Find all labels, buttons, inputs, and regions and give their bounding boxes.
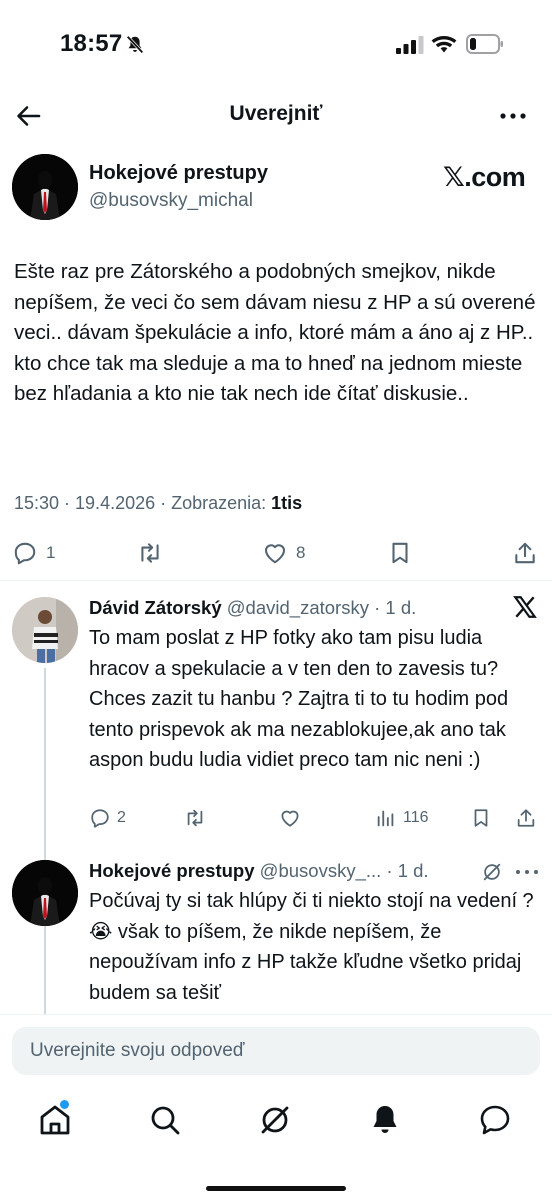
page-title: Uverejniť (229, 102, 323, 125)
reply-author-name[interactable]: Hokejové prestupy (89, 860, 255, 881)
reply-header: Dávid Zátorský @david_zatorsky · 1 d. (89, 597, 416, 619)
share-button[interactable] (512, 538, 538, 568)
reply-count: 1 (46, 543, 56, 562)
analytics-icon (377, 810, 394, 827)
grok-icon[interactable] (481, 861, 503, 883)
post-actions: 1 8 (0, 538, 552, 568)
nav-search[interactable] (147, 1102, 183, 1138)
share-icon (515, 542, 535, 564)
messages-icon (480, 1105, 510, 1135)
bookmark-button[interactable] (387, 538, 413, 568)
author-name[interactable]: Hokejové prestupy (89, 162, 268, 185)
bookmark-button[interactable] (470, 803, 492, 833)
post-text: Ešte raz pre Zátorského a podobných smej… (14, 260, 536, 406)
author-handle[interactable]: @busovsky_michal (89, 190, 253, 212)
heart-icon (264, 544, 286, 564)
more-options-icon[interactable] (514, 866, 540, 878)
reply-author-avatar[interactable] (12, 597, 78, 663)
battery-icon (466, 34, 503, 54)
reply-icon (91, 809, 109, 828)
reply-input[interactable]: Uverejnite svoju odpoveď (12, 1027, 540, 1075)
signal-icon (396, 36, 424, 54)
share-button[interactable] (515, 803, 537, 833)
top-header: Uverejniť (0, 92, 552, 144)
brand-watermark: 𝕏.com (443, 162, 526, 192)
unread-dot (60, 1100, 69, 1109)
bottom-navigation (0, 1086, 552, 1200)
share-icon (517, 809, 535, 827)
views-button[interactable]: 116 (375, 803, 429, 833)
grok-icon (261, 1106, 289, 1134)
thread-connector (44, 668, 46, 1014)
repost-icon (187, 809, 203, 827)
suit-silhouette-icon (12, 860, 78, 926)
reply-button[interactable]: 2 (89, 803, 126, 833)
reply-composer-bar: Uverejnite svoju odpoveď (0, 1014, 552, 1086)
reply-author-avatar[interactable] (12, 860, 78, 926)
home-indicator (206, 1186, 346, 1191)
author-avatar[interactable] (12, 154, 78, 220)
bookmark-icon (474, 809, 488, 827)
reply-actions: 2 116 (89, 803, 549, 829)
search-icon (151, 1106, 180, 1135)
reply-handle-time[interactable]: @busovsky_... · 1 d. (260, 860, 429, 881)
post-timestamp: 15:30 · 19.4.2026 · Zobrazenia: (14, 493, 272, 513)
reply-text: Počúvaj ty si tak hlúpy či ti niekto sto… (89, 890, 534, 1004)
person-photo-icon (12, 597, 78, 663)
bookmark-icon (392, 542, 408, 564)
notifications-icon (373, 1106, 397, 1133)
bell-slash-icon (126, 35, 144, 54)
reply-handle-time[interactable]: @david_zatorsky · 1 d. (227, 597, 416, 618)
repost-button[interactable] (184, 803, 206, 833)
suit-silhouette-icon (12, 154, 78, 220)
reply-button[interactable]: 1 (12, 538, 55, 568)
reply-header: Hokejové prestupy @busovsky_... · 1 d. (89, 860, 429, 882)
repost-icon (141, 543, 159, 563)
view-count: 116 (403, 809, 429, 826)
reply-icon (14, 542, 36, 565)
post-meta: 15:30 · 19.4.2026 · Zobrazenia: 1tis (14, 493, 302, 514)
repost-button[interactable] (137, 538, 163, 568)
like-count: 8 (296, 543, 306, 562)
view-count: 1tis (271, 493, 303, 513)
nav-notifications[interactable] (367, 1102, 403, 1138)
wifi-icon (431, 35, 457, 53)
heart-icon (281, 810, 299, 827)
nav-grok[interactable] (257, 1102, 293, 1138)
reply-author-name[interactable]: Dávid Zátorský (89, 597, 222, 618)
reply-text: To mam poslat z HP fotky ako tam pisu lu… (89, 627, 509, 771)
reply-count: 2 (117, 809, 126, 826)
like-button[interactable]: 8 (262, 538, 305, 568)
nav-messages[interactable] (477, 1102, 513, 1138)
status-time: 18:57 (60, 30, 123, 57)
more-options-icon[interactable] (498, 104, 528, 128)
x-logo-icon (513, 596, 537, 618)
divider (0, 580, 552, 581)
like-button[interactable] (279, 803, 301, 833)
status-bar: 18:57 (0, 0, 552, 92)
